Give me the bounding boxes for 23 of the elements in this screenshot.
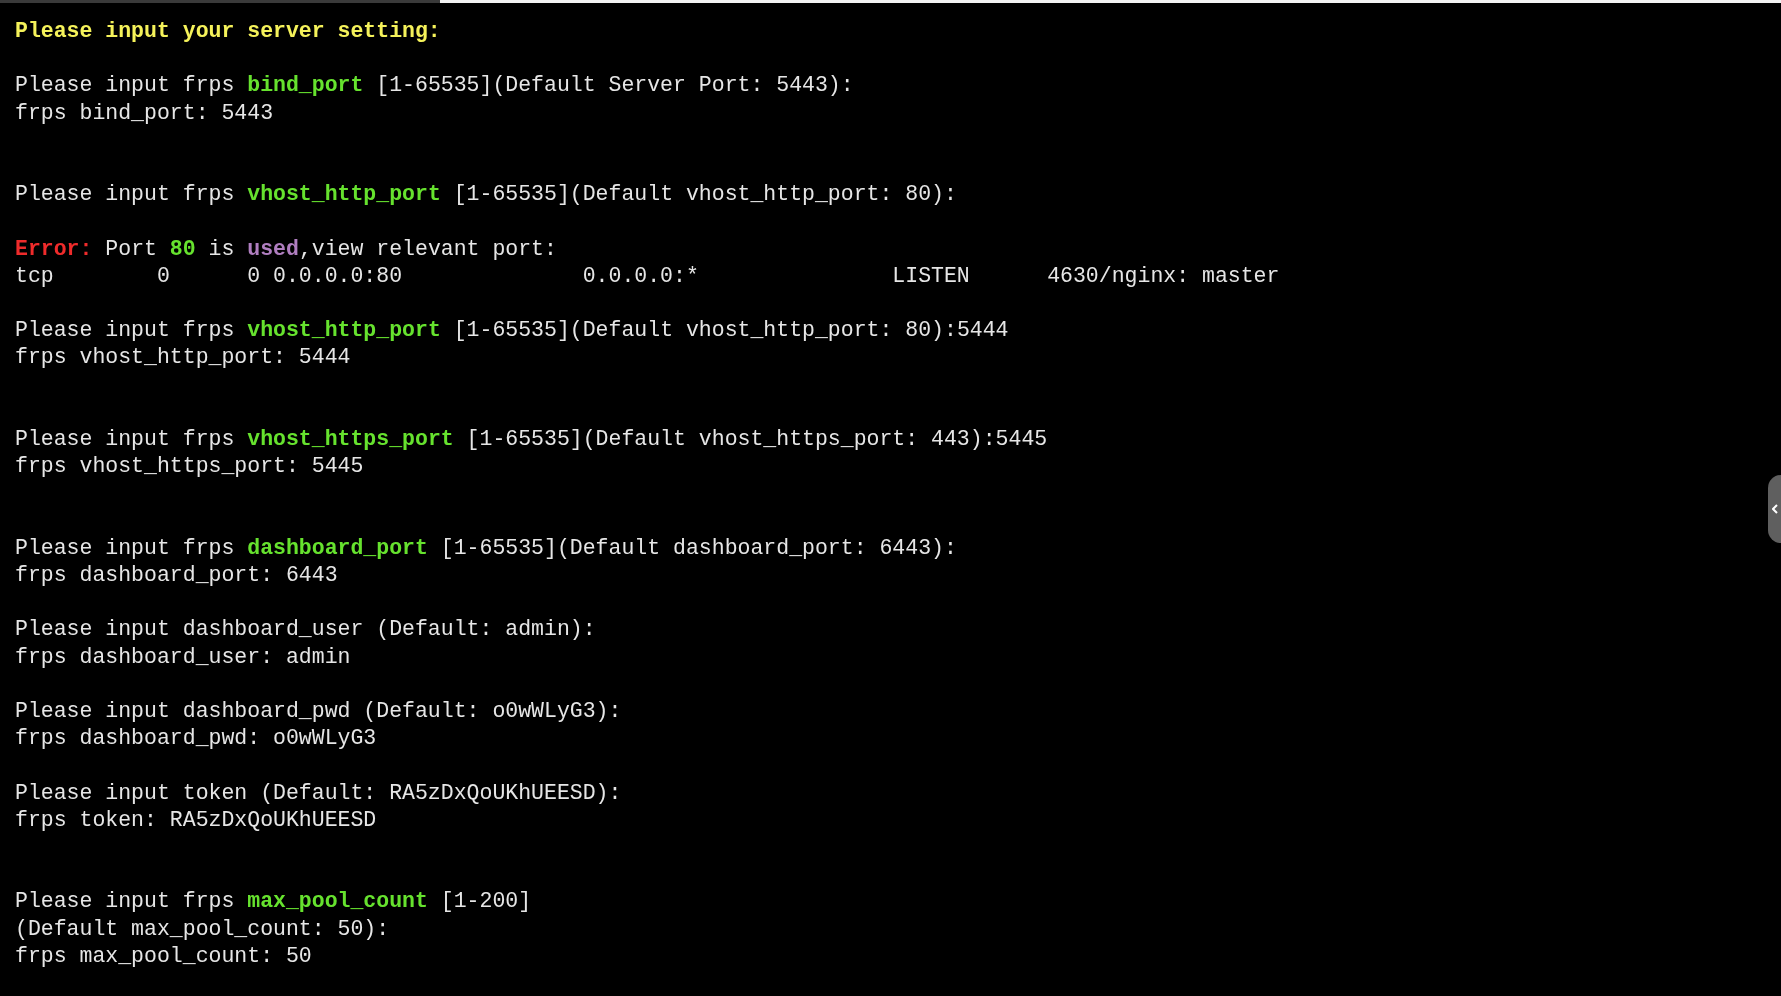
terminal-line: Please input your server setting: — [15, 19, 441, 43]
terminal-line: Please input dashboard_user (Default: admin): — [15, 617, 596, 642]
terminal-line: Please input frps vhost_http_port [1-65535](Default vhost_http_port: 80):5444 — [15, 318, 1009, 343]
terminal-line: frps dashboard_user: admin — [15, 644, 351, 669]
terminal-line: frps vhost_http_port: 5444 — [15, 345, 351, 370]
terminal-line: Please input dashboard_pwd (Default: o0wWLyG3): — [15, 698, 622, 723]
terminal-line: Please input token (Default: RA5zDxQoUKhUEESD): — [15, 780, 622, 805]
terminal-line: tcp 0 0 0.0.0.0:80 0.0.0.0:* LISTEN 4630/nginx: master — [15, 263, 1280, 288]
terminal-line: frps vhost_https_port: 5445 — [15, 454, 364, 479]
terminal-line: frps dashboard_pwd: o0wWLyG3 — [15, 726, 377, 751]
terminal-line: Please input frps max_pool_count [1-200] — [15, 889, 532, 914]
terminal-line: Please input frps vhost_https_port [1-65535](Default vhost_https_port: 443):5445 — [15, 426, 1048, 451]
terminal-line: frps bind_port: 5443 — [15, 100, 274, 125]
terminal-line: Please input frps vhost_http_port [1-65535](Default vhost_http_port: 80): — [15, 182, 957, 207]
chevron-icon — [1771, 504, 1778, 514]
terminal-line: Error: Port 80 is used,view relevant port: — [15, 236, 557, 261]
terminal-line: (Default max_pool_count: 50): — [15, 916, 390, 941]
terminal-line: Please input frps bind_port [1-65535](Default Server Port: 5443): — [15, 73, 854, 98]
terminal-line: frps token: RA5zDxQoUKhUEESD — [15, 807, 377, 832]
side-panel-handle[interactable] — [1768, 475, 1781, 543]
terminal-line: frps max_pool_count: 50 — [15, 943, 312, 968]
terminal-line: frps dashboard_port: 6443 — [15, 562, 338, 587]
terminal-line: Please input frps dashboard_port [1-65535](Default dashboard_port: 6443): — [15, 535, 957, 560]
